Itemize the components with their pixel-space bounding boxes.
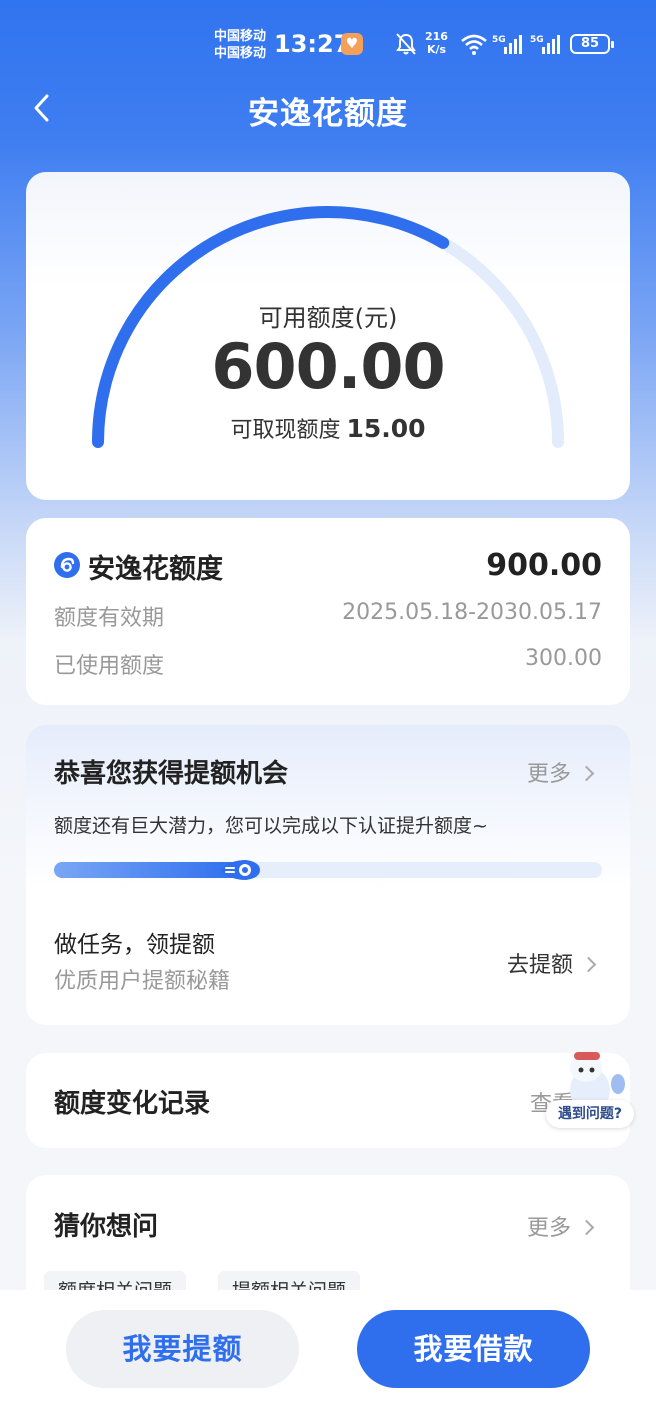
signal-icon-2: 5G	[530, 35, 560, 54]
available-credit-card: 可用额度(元) 600.00 可取现额度 15.00	[26, 172, 630, 500]
net-speed-value: 216	[425, 30, 448, 43]
cash-credit-label: 可取现额度	[230, 418, 341, 443]
validity-value: 2025.05.18-2030.05.17	[342, 600, 602, 625]
cash-credit-row: 可取现额度 15.00	[26, 412, 630, 444]
chevron-right-icon	[580, 956, 597, 972]
go-raise-label: 去提额	[506, 953, 573, 978]
page-title: 安逸花额度	[248, 96, 408, 132]
borrow-button[interactable]: 我要借款	[357, 1310, 590, 1388]
go-raise-link[interactable]: 去提额	[506, 947, 597, 979]
status-time: 13:27	[274, 30, 351, 58]
svg-text:5G: 5G	[530, 35, 544, 45]
net-speed-unit: K/s	[426, 43, 447, 56]
carrier-labels: 中国移动 中国移动	[214, 28, 266, 62]
used-credit-value: 300.00	[525, 646, 602, 671]
credit-product-title: 安逸花额度	[88, 554, 223, 585]
rocket-icon	[220, 860, 261, 880]
raise-progress-bar	[54, 862, 602, 878]
raise-more-label: 更多	[526, 762, 571, 787]
faq-more-label: 更多	[526, 1216, 571, 1241]
signal-icon-1: 5G	[492, 35, 522, 54]
credit-total-amount: 900.00	[486, 548, 602, 583]
wifi-icon	[461, 34, 487, 55]
carrier-2: 中国移动	[214, 46, 267, 61]
chevron-right-icon	[578, 1219, 595, 1235]
credit-record-title: 额度变化记录	[54, 1089, 211, 1119]
raise-credit-subtitle: 额度还有巨大潜力，您可以完成以下认证提升额度~	[54, 815, 488, 837]
available-credit-amount: 600.00	[211, 330, 445, 403]
helper-bubble[interactable]: 遇到问题?	[546, 1100, 634, 1128]
bottom-action-bar: 我要提额 我要借款	[0, 1290, 656, 1424]
raise-credit-button[interactable]: 我要提额	[66, 1310, 299, 1388]
net-speed: 216 K/s	[425, 30, 448, 56]
carrier-1: 中国移动	[214, 29, 267, 44]
faq-title: 猜你想问	[54, 1212, 159, 1242]
task-title: 做任务，领提额	[54, 932, 215, 958]
validity-label: 额度有效期	[54, 606, 165, 631]
anyihua-logo-icon	[54, 552, 80, 578]
faq-more-link[interactable]: 更多	[526, 1210, 595, 1242]
credit-record-card[interactable]: 额度变化记录 查看	[26, 1053, 630, 1148]
status-bar: 中国移动 中国移动 13:27 ♥ 216 K/s 5G 5G 85	[0, 0, 656, 88]
chevron-right-icon	[578, 765, 595, 781]
used-credit-label: 已使用额度	[54, 654, 165, 679]
bell-muted-icon	[396, 33, 416, 55]
raise-credit-card: 恭喜您获得提额机会 更多 额度还有巨大潜力，您可以完成以下认证提升额度~ 做任务…	[26, 725, 630, 1025]
credit-info-card: 安逸花额度 900.00 额度有效期 2025.05.18-2030.05.17…	[26, 518, 630, 705]
app-notification-icon: ♥	[341, 33, 363, 55]
raise-more-link[interactable]: 更多	[526, 756, 595, 788]
raise-credit-title: 恭喜您获得提额机会	[54, 759, 289, 789]
raise-progress-fill	[54, 862, 241, 878]
svg-text:5G: 5G	[492, 35, 506, 45]
battery-indicator: 85	[570, 34, 614, 54]
available-credit-label: 可用额度(元)	[258, 304, 398, 332]
cash-credit-value: 15.00	[346, 414, 426, 443]
task-subtitle: 优质用户提额秘籍	[54, 969, 231, 994]
